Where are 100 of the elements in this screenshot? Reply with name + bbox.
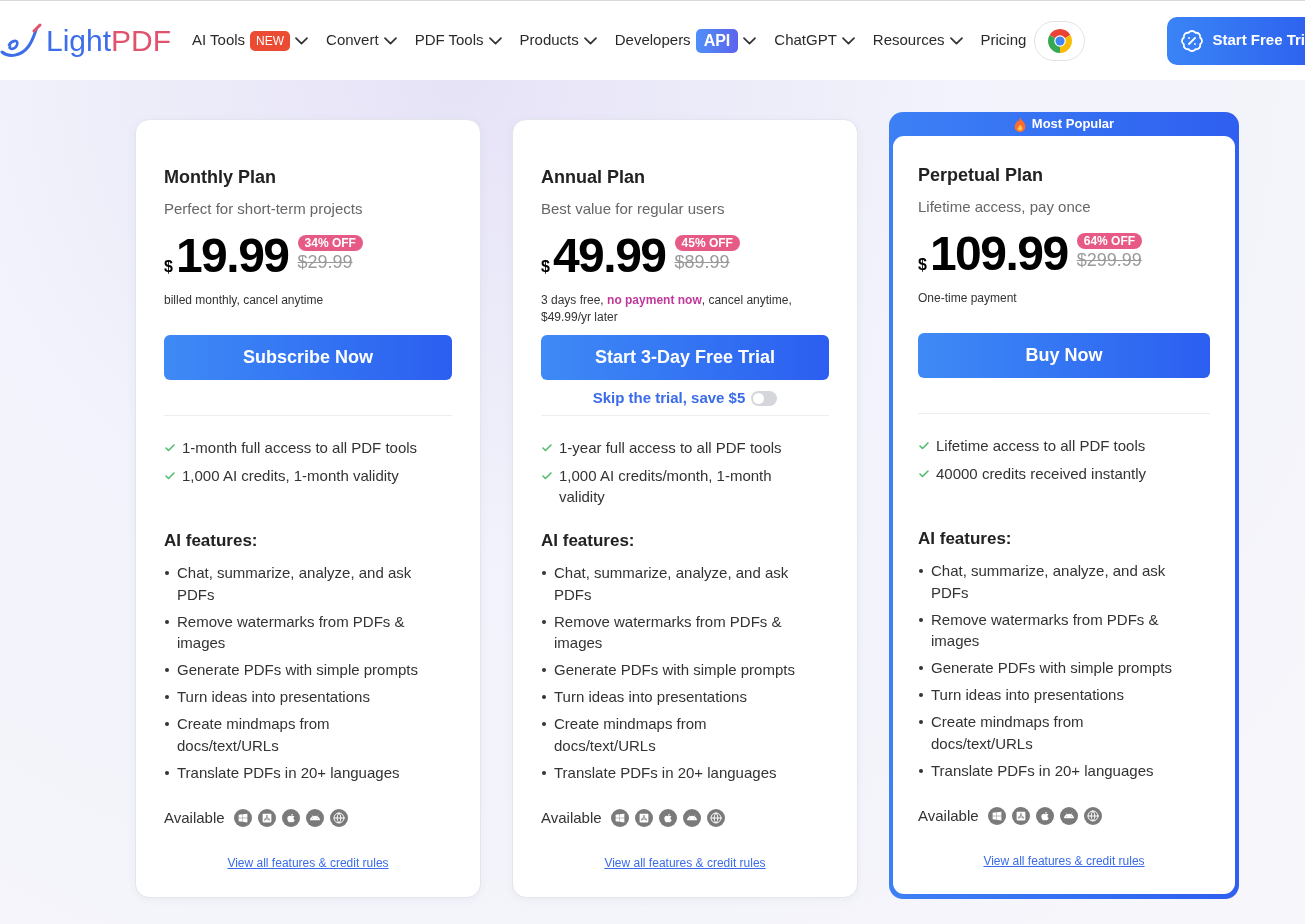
logo-text[interactable]: LightPDF: [46, 23, 172, 58]
ai-feature-text: Translate PDFs in 20+ languages: [554, 762, 777, 783]
percent-badge-icon: [1180, 28, 1205, 53]
ai-feature-text: Chat, summarize, analyze, and ask PDFs: [177, 563, 413, 605]
currency-symbol: $: [541, 257, 550, 277]
apple-logo-icon: [658, 809, 677, 827]
ai-feature-text: Remove watermarks from PDFs & images: [554, 611, 783, 653]
ai-feature-text: Remove watermarks from PDFs & images: [177, 611, 406, 653]
bullet-icon: [919, 569, 923, 573]
app-store-logo-icon: [634, 809, 653, 827]
billing-note: One-time payment: [918, 290, 1018, 307]
bullet-icon: [165, 722, 169, 726]
feature-text: 1,000 AI credits, 1-month validity: [182, 466, 399, 486]
discount-badge: 34% OFF: [297, 235, 363, 251]
bullet-icon: [165, 668, 169, 672]
available-label: Available: [541, 808, 602, 828]
bullet-icon: [919, 720, 923, 724]
ai-feature-text: Translate PDFs in 20+ languages: [177, 762, 400, 783]
plan-title: Annual Plan: [541, 166, 646, 189]
windows-logo-icon: [610, 809, 629, 827]
discount-badge: 45% OFF: [674, 235, 740, 251]
android-logo-icon: [305, 809, 324, 827]
feature-text: 40000 credits received instantly: [936, 464, 1147, 484]
plan-subtitle: Best value for regular users: [541, 199, 726, 219]
features-link[interactable]: View all features & credit rules: [604, 855, 766, 871]
price: 49.99: [552, 232, 666, 280]
plan-title: Perpetual Plan: [918, 164, 1045, 187]
bullet-icon: [919, 666, 923, 670]
api-badge: API: [695, 28, 739, 53]
original-price: $299.99: [1076, 249, 1142, 271]
nav-link[interactable]: Developers API: [614, 28, 757, 53]
feature-text: 1-year full access to all PDF tools: [559, 438, 782, 458]
plan-button[interactable]: Subscribe Now: [164, 335, 452, 380]
ai-features-title: AI features:: [541, 530, 636, 552]
cta-button[interactable]: Start Free Tri: [1167, 16, 1305, 65]
ai-features-title: AI features:: [164, 530, 259, 552]
features-link[interactable]: View all features & credit rules: [983, 853, 1145, 869]
check-icon: [164, 470, 176, 482]
nav-link[interactable]: AI Tools NEW: [192, 29, 309, 52]
nav-link[interactable]: PDF Tools: [414, 29, 502, 52]
app-store-logo-icon: [1011, 807, 1030, 825]
check-icon: [918, 468, 930, 480]
billing-note: 3 days free, no payment now, cancel anytime, $49.99/yr later: [541, 292, 793, 326]
windows-logo-icon: [987, 807, 1006, 825]
feature-text: 1,000 AI credits/month, 1-month validity: [559, 466, 773, 507]
ai-feature-text: Generate PDFs with simple prompts: [554, 660, 795, 680]
plan-subtitle: Lifetime access, pay once: [918, 197, 1092, 217]
check-icon: [164, 442, 176, 454]
bullet-icon: [919, 693, 923, 697]
bullet-icon: [542, 668, 546, 672]
chrome-logo-icon: [1047, 28, 1072, 53]
plan-title: Monthly Plan: [164, 166, 277, 189]
globe-icon: [706, 809, 725, 827]
nav-link[interactable]: Products: [519, 29, 597, 52]
bullet-icon: [165, 770, 169, 775]
check-icon: [918, 440, 930, 452]
ai-feature-text: Generate PDFs with simple prompts: [177, 660, 418, 680]
nav-link[interactable]: Convert: [326, 29, 397, 52]
discount-badge: 64% OFF: [1076, 233, 1143, 249]
apple-logo-icon: [1035, 807, 1054, 825]
ai-feature-text: Create mindmaps from docs/text/URLs: [554, 714, 708, 756]
bullet-icon: [542, 722, 546, 726]
billing-note: billed monthly, cancel anytime: [164, 292, 325, 309]
feature-text: Lifetime access to all PDF tools: [936, 436, 1146, 456]
feature-text: 1-month full access to all PDF tools: [182, 438, 418, 458]
ai-feature-text: Turn ideas into presentations: [931, 685, 1124, 705]
ai-features-title: AI features:: [918, 528, 1013, 550]
ai-feature-text: Remove watermarks from PDFs & images: [931, 609, 1160, 651]
currency-symbol: $: [164, 257, 173, 277]
bullet-icon: [919, 617, 923, 622]
features-link[interactable]: View all features & credit rules: [227, 855, 389, 871]
bullet-icon: [165, 571, 169, 575]
nav-link[interactable]: Pricing: [980, 29, 1027, 52]
nav-link[interactable]: Resources: [872, 29, 963, 52]
globe-icon: [1083, 807, 1102, 825]
globe-icon: [329, 809, 348, 827]
flame-icon: [1013, 116, 1026, 132]
ai-feature-text: Generate PDFs with simple prompts: [931, 658, 1172, 678]
available-label: Available: [918, 806, 979, 826]
app-store-logo-icon: [257, 809, 276, 827]
bullet-icon: [542, 619, 546, 624]
bullet-icon: [165, 695, 169, 699]
toggle-switch[interactable]: [751, 390, 778, 406]
swoosh-logo-icon: [0, 22, 42, 59]
nav-link[interactable]: ChatGPT: [774, 29, 855, 52]
plan-subtitle: Perfect for short-term projects: [164, 199, 364, 219]
ai-feature-text: Chat, summarize, analyze, and ask PDFs: [931, 561, 1167, 603]
price: 109.99: [929, 230, 1068, 278]
bullet-icon: [542, 695, 546, 699]
plan-button[interactable]: Start 3-Day Free Trial: [541, 335, 829, 380]
extension-button[interactable]: [1034, 20, 1086, 61]
available-label: Available: [164, 808, 225, 828]
ai-feature-text: Turn ideas into presentations: [554, 687, 747, 707]
check-icon: [541, 470, 553, 482]
original-price: $89.99: [674, 251, 730, 273]
ai-feature-text: Create mindmaps from docs/text/URLs: [931, 712, 1085, 754]
currency-symbol: $: [918, 255, 927, 275]
plan-button[interactable]: Buy Now: [918, 333, 1210, 378]
bullet-icon: [165, 619, 169, 624]
ribbon-label: Most Popular: [1031, 115, 1115, 134]
